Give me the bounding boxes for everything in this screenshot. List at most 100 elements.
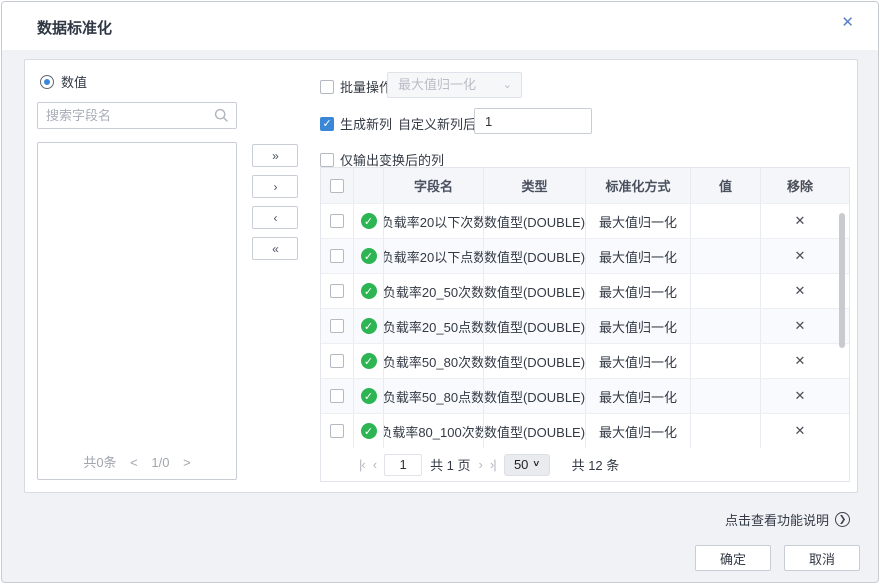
row-method: 最大值归一化: [586, 344, 691, 378]
suffix-input[interactable]: [474, 108, 592, 134]
row-remove-button[interactable]: ✕: [761, 309, 839, 343]
row-field-name: 负载率80_100次数: [384, 414, 484, 448]
only-output-checkbox[interactable]: [320, 153, 334, 167]
data-normalization-dialog: 数据标准化 ✕ 数值 共0条 < 1/0 > » › ‹: [1, 1, 879, 583]
row-status-icon: ✓: [354, 239, 384, 273]
row-field-name: 负载率20_50点数: [384, 309, 484, 343]
select-all-cell: [321, 168, 354, 203]
field-search: [37, 102, 237, 129]
row-method: 最大值归一化: [586, 204, 691, 238]
new-column-row: 生成新列 自定义新列后缀: [320, 114, 489, 133]
row-remove-button[interactable]: ✕: [761, 414, 839, 448]
row-checkbox[interactable]: [321, 344, 354, 378]
next-page-icon[interactable]: ›: [479, 457, 482, 472]
row-value: [691, 414, 761, 448]
status-header-cell: [354, 168, 384, 203]
row-value: [691, 239, 761, 273]
list-total: 共0条: [83, 455, 116, 470]
row-checkbox[interactable]: [321, 309, 354, 343]
numeric-radio[interactable]: [40, 75, 54, 89]
new-column-checkbox[interactable]: [320, 117, 334, 131]
row-method: 最大值归一化: [586, 379, 691, 413]
table-row: ✓负载率50_80次数数值型(DOUBLE)最大值归一化✕: [321, 344, 849, 379]
row-status-icon: ✓: [354, 274, 384, 308]
table-row: ✓负载率20_50次数数值型(DOUBLE)最大值归一化✕: [321, 274, 849, 309]
numeric-radio-row: 数值: [40, 72, 87, 91]
row-value: [691, 274, 761, 308]
dialog-title: 数据标准化: [37, 17, 112, 38]
row-status-icon: ✓: [354, 379, 384, 413]
move-right-button[interactable]: ›: [252, 175, 298, 198]
prev-page-icon[interactable]: ‹: [373, 457, 376, 472]
batch-operation-checkbox[interactable]: [320, 80, 334, 94]
field-header-cell: 字段名: [384, 168, 484, 203]
help-link[interactable]: 点击查看功能说明 ❯: [725, 510, 850, 529]
row-value: [691, 309, 761, 343]
select-all-checkbox[interactable]: [330, 179, 344, 193]
page-number-input[interactable]: 1: [384, 454, 422, 476]
table-header-row: 字段名 类型 标准化方式 值 移除: [321, 168, 849, 204]
row-remove-button[interactable]: ✕: [761, 274, 839, 308]
fields-table: 字段名 类型 标准化方式 值 移除 ✓负载率20以下次数数值型(DOUBLE)最…: [320, 167, 850, 482]
row-status-icon: ✓: [354, 309, 384, 343]
first-page-icon[interactable]: |‹: [359, 457, 365, 472]
row-method: 最大值归一化: [586, 274, 691, 308]
row-checkbox[interactable]: [321, 204, 354, 238]
row-method: 最大值归一化: [586, 414, 691, 448]
row-remove-button[interactable]: ✕: [761, 344, 839, 378]
search-icon: [214, 108, 229, 126]
row-field-name: 负载率50_80次数: [384, 344, 484, 378]
total-pages-label: 共 1 页: [430, 455, 470, 474]
row-checkbox[interactable]: [321, 274, 354, 308]
row-remove-button[interactable]: ✕: [761, 239, 839, 273]
move-all-left-button[interactable]: «: [252, 237, 298, 260]
type-header-cell: 类型: [484, 168, 586, 203]
move-all-right-button[interactable]: »: [252, 144, 298, 167]
row-value: [691, 344, 761, 378]
move-left-button[interactable]: ‹: [252, 206, 298, 229]
numeric-radio-label: 数值: [61, 72, 87, 91]
remove-header-cell: 移除: [761, 168, 839, 203]
list-pagination: 共0条 < 1/0 >: [38, 452, 236, 471]
row-type: 数值型(DOUBLE): [484, 239, 586, 273]
table-scrollbar[interactable]: [839, 213, 845, 348]
batch-operation-label: 批量操作: [340, 77, 392, 96]
dialog-header: 数据标准化 ✕: [2, 2, 878, 50]
available-fields-list[interactable]: 共0条 < 1/0 >: [37, 142, 237, 480]
row-type: 数值型(DOUBLE): [484, 379, 586, 413]
row-remove-button[interactable]: ✕: [761, 379, 839, 413]
help-arrow-icon: ❯: [835, 512, 850, 527]
list-next-icon[interactable]: >: [183, 455, 191, 470]
method-header-cell: 标准化方式: [586, 168, 691, 203]
table-body: ✓负载率20以下次数数值型(DOUBLE)最大值归一化✕✓负载率20以下点数数值…: [321, 204, 849, 449]
row-checkbox[interactable]: [321, 379, 354, 413]
value-header-cell: 值: [691, 168, 761, 203]
list-prev-icon[interactable]: <: [130, 455, 138, 470]
row-value: [691, 204, 761, 238]
last-page-icon[interactable]: ›|: [490, 457, 496, 472]
row-remove-button[interactable]: ✕: [761, 204, 839, 238]
total-items-label: 共 12 条: [572, 455, 620, 474]
table-row: ✓负载率50_80点数数值型(DOUBLE)最大值归一化✕: [321, 379, 849, 414]
table-row: ✓负载率20以下点数数值型(DOUBLE)最大值归一化✕: [321, 239, 849, 274]
chevron-down-icon: ˅: [533, 459, 539, 470]
close-icon[interactable]: ✕: [841, 15, 854, 30]
row-method: 最大值归一化: [586, 309, 691, 343]
cancel-button[interactable]: 取消: [784, 545, 860, 571]
row-type: 数值型(DOUBLE): [484, 204, 586, 238]
transfer-controls: » › ‹ «: [252, 144, 298, 268]
row-value: [691, 379, 761, 413]
row-checkbox[interactable]: [321, 239, 354, 273]
content-panel: 数值 共0条 < 1/0 > » › ‹ « 批量操作: [24, 59, 858, 493]
search-input[interactable]: [46, 103, 206, 128]
row-type: 数值型(DOUBLE): [484, 309, 586, 343]
chevron-down-icon: ⌄: [503, 73, 512, 97]
table-row: ✓负载率20_50点数数值型(DOUBLE)最大值归一化 ✕: [321, 309, 849, 344]
batch-method-select[interactable]: 最大值归一化 ⌄: [387, 72, 522, 98]
batch-operation-row: 批量操作: [320, 77, 392, 96]
row-method: 最大值归一化: [586, 239, 691, 273]
row-checkbox[interactable]: [321, 414, 354, 448]
row-field-name: 负载率20_50次数: [384, 274, 484, 308]
page-size-select[interactable]: 50 ˅: [504, 454, 550, 476]
ok-button[interactable]: 确定: [695, 545, 771, 571]
